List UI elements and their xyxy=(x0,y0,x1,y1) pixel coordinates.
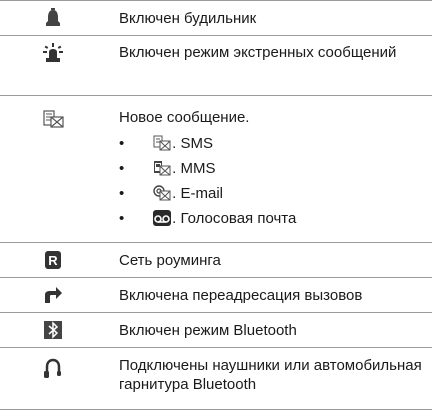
email-label: . E-mail xyxy=(172,185,224,202)
row-label: Новое сообщение. xyxy=(119,109,250,126)
sms-icon xyxy=(153,135,171,151)
list-item: • . Голосовая почта xyxy=(119,209,296,228)
table-row: Подключены наушники или автомобильная га… xyxy=(0,347,432,410)
svg-text:R: R xyxy=(48,253,58,268)
table-row: Новое сообщение. • . SMS • . MMS • . E-m… xyxy=(0,95,432,243)
call-forward-arrow-icon xyxy=(42,284,64,306)
email-icon xyxy=(153,185,171,201)
bluetooth-icon xyxy=(42,319,64,341)
list-item: • . E-mail xyxy=(119,184,223,203)
bullet: • xyxy=(119,135,125,152)
voicemail-label: . Голосовая почта xyxy=(172,210,297,227)
new-message-envelope-icon xyxy=(42,108,64,130)
alarm-bell-icon xyxy=(42,7,64,29)
table-row: Включен режим Bluetooth xyxy=(0,312,432,348)
bullet: • xyxy=(119,160,125,177)
table-row: Включен режим экстренных сообщений xyxy=(0,35,432,96)
list-item: • . SMS xyxy=(119,134,213,153)
roaming-r-icon: R xyxy=(42,249,64,271)
voicemail-icon xyxy=(153,210,172,226)
bullet: • xyxy=(119,210,125,227)
row-label: Включен режим Bluetooth xyxy=(119,322,297,339)
sms-label: . SMS xyxy=(172,135,214,152)
row-label: Включен режим экстренных сообщений xyxy=(119,44,397,61)
row-label: Подключены наушники или автомобильная га… xyxy=(119,357,422,393)
emergency-beacon-icon xyxy=(42,42,64,64)
table-row: Включена переадресация вызовов xyxy=(0,277,432,313)
list-item: • . MMS xyxy=(119,159,216,178)
bullet: • xyxy=(119,185,125,202)
row-label: Включен будильник xyxy=(119,10,257,27)
mms-icon xyxy=(153,160,171,176)
mms-label: . MMS xyxy=(172,160,216,177)
table-row: Включен будильник xyxy=(0,0,432,36)
table-row: R Сеть роуминга xyxy=(0,242,432,278)
headset-icon xyxy=(42,358,64,380)
row-label: Сеть роуминга xyxy=(119,252,221,269)
row-label: Включена переадресация вызовов xyxy=(119,287,363,304)
